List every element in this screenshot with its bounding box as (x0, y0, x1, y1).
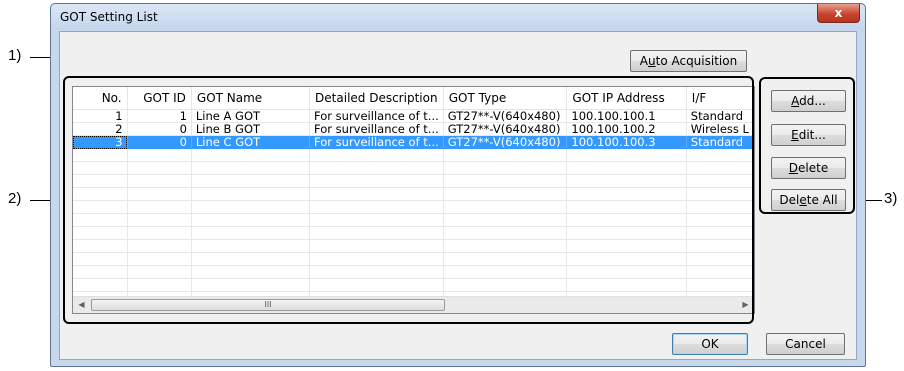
callout-2-label: 2) (8, 190, 22, 207)
ok-button[interactable]: OK (672, 333, 748, 355)
window-title: GOT Setting List (60, 10, 158, 24)
auto-acquisition-label-b: to Acquisition (655, 54, 738, 68)
auto-acquisition-button[interactable]: Auto Acquisition (630, 50, 747, 72)
cancel-button[interactable]: Cancel (766, 333, 845, 355)
callout-1-label: 1) (8, 47, 22, 64)
callout-2-box (63, 76, 754, 324)
callout-3-label: 3) (884, 190, 898, 207)
auto-acquisition-label-a: A (639, 54, 648, 68)
close-button[interactable]: x (817, 4, 860, 23)
title-bar: GOT Setting List x (51, 4, 865, 30)
close-icon: x (834, 6, 843, 20)
auto-acquisition-mnemonic: u (648, 54, 656, 68)
callout-3-box (759, 77, 855, 214)
